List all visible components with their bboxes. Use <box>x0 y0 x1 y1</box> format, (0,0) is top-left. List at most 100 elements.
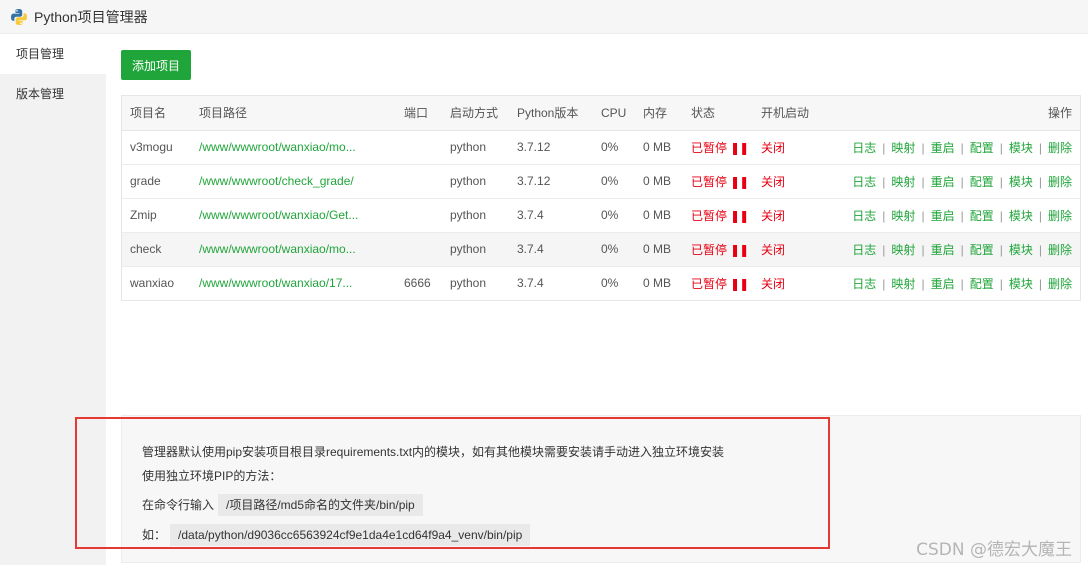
action-delete-link[interactable]: 删除 <box>1048 277 1072 291</box>
status-cell[interactable]: 已暂停 ❚❚ <box>683 266 753 300</box>
action-delete-link[interactable]: 删除 <box>1048 209 1072 223</box>
example-code: /data/python/d9036cc6563924cf9e1da4e1cd6… <box>170 524 531 546</box>
action-config-link[interactable]: 配置 <box>970 277 994 291</box>
action-config-link[interactable]: 配置 <box>970 243 994 257</box>
action-separator: | <box>882 242 886 257</box>
status-text: 已暂停 <box>691 208 728 223</box>
command-label: 在命令行输入 <box>142 498 215 512</box>
action-separator: | <box>921 276 925 291</box>
action-mapping-link[interactable]: 映射 <box>891 243 915 257</box>
action-delete-link[interactable]: 删除 <box>1048 175 1072 189</box>
action-mapping-link[interactable]: 映射 <box>891 277 915 291</box>
action-log-link[interactable]: 日志 <box>852 209 876 223</box>
python-version-cell: 3.7.12 <box>509 164 593 199</box>
action-separator: | <box>1038 208 1042 223</box>
action-separator: | <box>960 242 964 257</box>
boot-toggle-cell[interactable]: 关闭 <box>753 232 831 267</box>
column-header-status: 状态 <box>683 96 753 131</box>
action-mapping-link[interactable]: 映射 <box>891 175 915 189</box>
action-log-link[interactable]: 日志 <box>852 243 876 257</box>
action-log-link[interactable]: 日志 <box>852 141 876 155</box>
action-delete-link[interactable]: 删除 <box>1048 243 1072 257</box>
column-header-port: 端口 <box>396 96 442 131</box>
info-line-method: 使用独立环境PIP的方法： <box>142 469 282 483</box>
action-restart-link[interactable]: 重启 <box>931 175 955 189</box>
status-text: 已暂停 <box>691 174 728 189</box>
boot-toggle-cell[interactable]: 关闭 <box>753 130 831 165</box>
action-config-link[interactable]: 配置 <box>970 209 994 223</box>
pause-icon: ❚❚ <box>730 276 749 291</box>
action-module-link[interactable]: 模块 <box>1009 141 1033 155</box>
column-header-name: 项目名 <box>122 96 191 131</box>
status-cell[interactable]: 已暂停 ❚❚ <box>683 164 753 199</box>
actions-cell: 日志 | 映射 | 重启 | 配置 | 模块 | 删除 <box>831 232 1080 267</box>
project-table: 项目名 项目路径 端口 启动方式 Python版本 CPU 内存 状态 开机启动… <box>121 95 1081 301</box>
table-row: v3mogu/www/wwwroot/wanxiao/mo... python 3.… <box>122 130 1080 165</box>
action-log-link[interactable]: 日志 <box>852 175 876 189</box>
column-header-memory: 内存 <box>635 96 683 131</box>
action-module-link[interactable]: 模块 <box>1009 243 1033 257</box>
action-mapping-link[interactable]: 映射 <box>891 141 915 155</box>
action-module-link[interactable]: 模块 <box>1009 175 1033 189</box>
action-separator: | <box>960 174 964 189</box>
action-module-link[interactable]: 模块 <box>1009 277 1033 291</box>
action-module-link[interactable]: 模块 <box>1009 209 1033 223</box>
action-restart-link[interactable]: 重启 <box>931 209 955 223</box>
table-row: Zmip/www/wwwroot/wanxiao/Get... python 3.7… <box>122 198 1080 233</box>
action-separator: | <box>1038 242 1042 257</box>
action-separator: | <box>999 208 1003 223</box>
action-mapping-link[interactable]: 映射 <box>891 209 915 223</box>
status-cell[interactable]: 已暂停 ❚❚ <box>683 232 753 267</box>
table-body: v3mogu/www/wwwroot/wanxiao/mo... python 3.… <box>122 130 1080 300</box>
action-separator: | <box>1038 174 1042 189</box>
python-version-cell: 3.7.4 <box>517 276 544 291</box>
action-delete-link[interactable]: 删除 <box>1048 141 1072 155</box>
action-restart-link[interactable]: 重启 <box>931 243 955 257</box>
add-project-button[interactable]: 添加项目 <box>121 50 191 80</box>
memory-cell: 0 MB <box>635 164 683 199</box>
info-line-command: 在命令行输入 /项目路径/md5命名的文件夹/bin/pip <box>142 492 1080 518</box>
table-header-row: 项目名 项目路径 端口 启动方式 Python版本 CPU 内存 状态 开机启动… <box>122 96 1080 131</box>
start-mode-cell: python <box>442 164 509 199</box>
boot-toggle-cell[interactable]: 关闭 <box>753 198 831 233</box>
column-header-actions: 操作 <box>831 96 1080 131</box>
sidebar-item-version-management[interactable]: 版本管理 <box>0 74 106 114</box>
sidebar: 项目管理 版本管理 <box>0 34 106 565</box>
project-path-cell: /www/wwwroot/wanxiao/17... <box>199 276 353 291</box>
action-separator: | <box>999 140 1003 155</box>
column-header-boot: 开机启动 <box>753 96 831 131</box>
command-code: /项目路径/md5命名的文件夹/bin/pip <box>218 494 423 516</box>
action-config-link[interactable]: 配置 <box>970 175 994 189</box>
actions-cell: 日志 | 映射 | 重启 | 配置 | 模块 | 删除 <box>831 266 1080 300</box>
boot-toggle-cell[interactable]: 关闭 <box>753 164 831 199</box>
cpu-cell: 0% <box>593 198 635 233</box>
action-config-link[interactable]: 配置 <box>970 141 994 155</box>
sidebar-item-project-management[interactable]: 项目管理 <box>0 34 106 74</box>
column-header-version: Python版本 <box>509 96 593 131</box>
project-name-cell: wanxiao <box>130 276 175 291</box>
action-separator: | <box>882 276 886 291</box>
action-separator: | <box>921 242 925 257</box>
status-text: 已暂停 <box>691 242 728 257</box>
title-bar: Python项目管理器 <box>0 0 1088 34</box>
example-label: 如： <box>142 528 167 542</box>
action-separator: | <box>1038 276 1042 291</box>
info-line-default-pip: 管理器默认使用pip安装项目根目录requirements.txt内的模块，如有… <box>142 445 725 459</box>
boot-toggle-cell[interactable]: 关闭 <box>753 266 831 300</box>
status-text: 已暂停 <box>691 276 728 291</box>
action-log-link[interactable]: 日志 <box>852 277 876 291</box>
action-restart-link[interactable]: 重启 <box>931 277 955 291</box>
actions-cell: 日志 | 映射 | 重启 | 配置 | 模块 | 删除 <box>831 164 1080 199</box>
action-separator: | <box>921 140 925 155</box>
action-restart-link[interactable]: 重启 <box>931 141 955 155</box>
memory-cell: 0 MB <box>635 130 683 165</box>
cpu-cell: 0% <box>593 164 635 199</box>
project-name-cell: check <box>122 232 191 267</box>
project-name-cell: Zmip <box>122 198 191 233</box>
status-cell[interactable]: 已暂停 ❚❚ <box>683 130 753 165</box>
action-separator: | <box>999 174 1003 189</box>
project-name-cell: grade <box>122 164 191 199</box>
project-path-cell: /www/wwwroot/wanxiao/mo... <box>191 130 396 165</box>
start-mode-cell: python <box>442 130 509 165</box>
status-cell[interactable]: 已暂停 ❚❚ <box>683 198 753 233</box>
